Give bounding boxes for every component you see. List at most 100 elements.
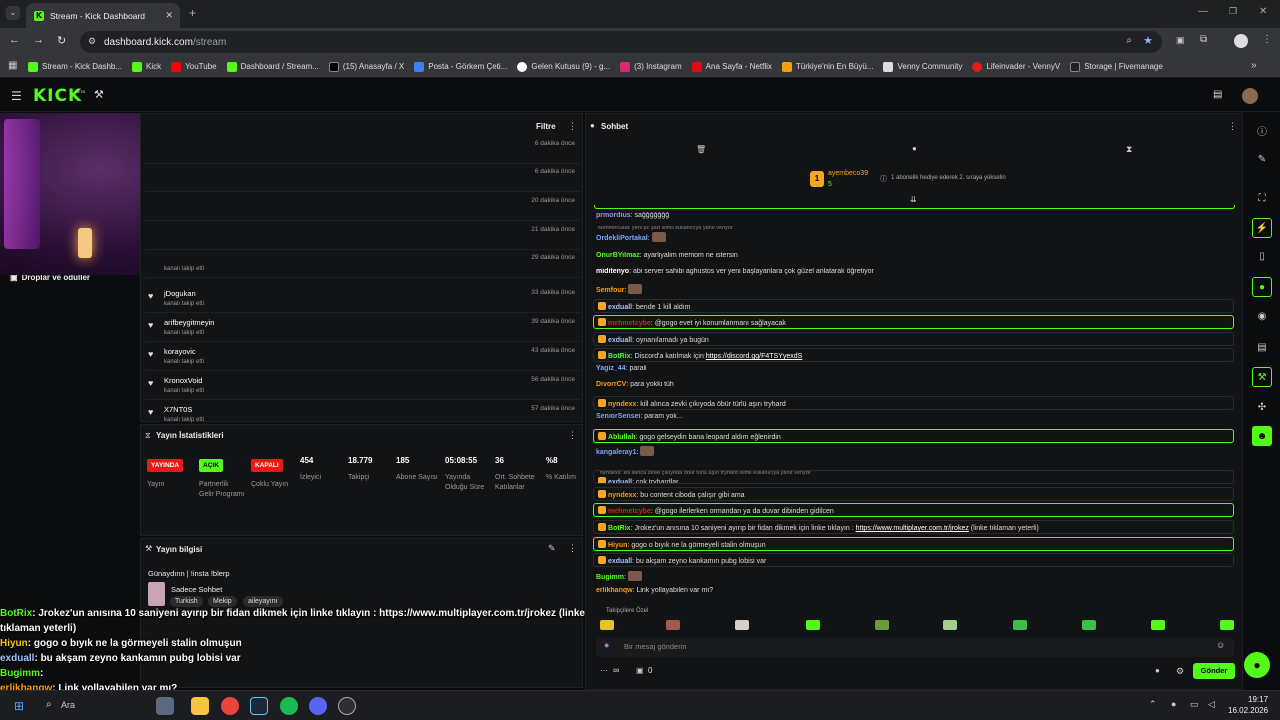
emote-8[interactable] (1082, 620, 1096, 630)
chat-username[interactable]: mehmetcybe (608, 320, 651, 327)
emote-2[interactable] (666, 620, 680, 630)
chat-username[interactable]: exduall (608, 337, 632, 344)
chat-username[interactable]: Bugimm (596, 574, 624, 581)
new-tab-icon[interactable]: + (189, 6, 196, 20)
emote-9[interactable] (1151, 620, 1165, 630)
volume-icon[interactable]: ◁ (1208, 699, 1215, 710)
clock-date[interactable]: 16.02.2026 (1228, 706, 1268, 715)
apps-rail-icon[interactable]: ✣ (1252, 397, 1272, 417)
reload-icon[interactable]: ↻ (57, 34, 66, 47)
back-icon[interactable]: ← (9, 34, 20, 46)
trash-icon[interactable]: 🗑 (696, 145, 706, 154)
chat-bubble-icon-2[interactable]: ● (1155, 666, 1160, 675)
emote-10[interactable] (1220, 620, 1234, 630)
maximize-icon[interactable]: ❐ (1229, 6, 1237, 17)
chat-link[interactable]: https://www.multiplayer.com.tr/jrokez (856, 525, 969, 532)
activity-menu-icon[interactable]: ⋮ (568, 121, 577, 132)
activity-username[interactable]: arifbeygitmeyin (164, 318, 214, 327)
apps-grid-icon[interactable]: ▦ (8, 60, 17, 71)
bookmark-storage[interactable]: Storage | Fivemanage (1070, 61, 1163, 72)
emote-3[interactable] (735, 620, 749, 630)
bookmark-venny[interactable]: Venny Community (883, 61, 962, 72)
pencil-rail-icon[interactable]: ✎ (1252, 149, 1272, 169)
chat-username[interactable]: SeniorSensei (596, 413, 640, 420)
zoom-icon[interactable]: ⌕ (1126, 35, 1132, 46)
bookmark-netflix[interactable]: Ana Sayfa - Netflix (691, 61, 772, 72)
bookmark-youtube[interactable]: YouTube (171, 61, 217, 72)
obs-icon[interactable] (338, 697, 356, 715)
taskbar-search-icon[interactable]: ⌕ (46, 699, 52, 710)
chat-username[interactable]: OrdekliPortakal (596, 235, 648, 242)
scroll-down-icon[interactable]: ⇊ (910, 195, 917, 204)
file-explorer-icon[interactable] (191, 697, 209, 715)
activity-username[interactable]: X7NT0S (164, 405, 192, 414)
chat-menu-icon[interactable]: ⋮ (1228, 121, 1237, 132)
more-bookmarks-icon[interactable]: » (1251, 60, 1257, 71)
bookmark-mail[interactable]: Posta - Görkem Çeti... (414, 61, 507, 72)
address-bar[interactable]: ⚙ dashboard.kick.com/stream ⌕ ★ (80, 31, 1162, 53)
emote-7[interactable] (1013, 620, 1027, 630)
send-button[interactable]: Gönder (1193, 663, 1235, 679)
chat-username[interactable]: prmordius (596, 212, 631, 219)
emote-1[interactable] (600, 620, 614, 630)
chat-username[interactable]: nyndexx (608, 401, 636, 408)
filter-label[interactable]: Filtre (536, 122, 556, 131)
chat-username[interactable]: Ablullah (608, 434, 636, 441)
activity-username[interactable]: KronoxVoid (164, 376, 202, 385)
steam-icon[interactable] (250, 697, 268, 715)
settings-gear-icon[interactable]: ⚙ (1176, 666, 1184, 677)
site-info-icon[interactable]: ⚙ (88, 36, 96, 47)
microphone-icon[interactable]: ● (604, 640, 609, 650)
info-menu-icon[interactable]: ⋮ (568, 543, 577, 554)
bookmark-kick[interactable]: Kick (132, 61, 161, 72)
bookmark-kick-dashboard[interactable]: Stream - Kick Dashb... (28, 61, 122, 72)
emoji-icon[interactable]: ☺ (1216, 640, 1225, 650)
inbox-rail-icon[interactable]: ▤ (1252, 337, 1272, 357)
tray-chevron-icon[interactable]: ⌃ (1149, 699, 1157, 710)
profile-avatar-icon[interactable] (1234, 34, 1248, 48)
lightning-rail-icon[interactable]: ⚡ (1252, 218, 1272, 238)
bookmark-lifeinvader[interactable]: Lifeinvader - VennyV (972, 61, 1060, 72)
taskbar-search-label[interactable]: Ara (61, 700, 75, 710)
activity-username[interactable]: korayovic (164, 347, 196, 356)
chat-username[interactable]: Hiyun (608, 542, 627, 549)
extensions-puzzle-icon[interactable]: ⧉ (1200, 34, 1207, 45)
chat-input[interactable]: ● Bir mesaj gönderin ☺ (596, 637, 1234, 657)
chat-username[interactable]: exduall (608, 479, 632, 483)
support-chat-icon[interactable]: ● (1244, 652, 1270, 678)
chat-username[interactable]: DivorrCV (596, 381, 626, 388)
pinned-username[interactable]: ayembeco39 (828, 170, 868, 177)
slow-mode-icon[interactable]: ⧗ (1126, 144, 1132, 155)
clock-time[interactable]: 19:17 (1248, 695, 1268, 704)
bookmark-instagram[interactable]: (3) Instagram (620, 61, 682, 72)
bookmark-x[interactable]: (15) Anasayfa / X (328, 61, 404, 72)
bookmark-star-icon[interactable]: ★ (1143, 34, 1153, 47)
activity-username[interactable]: jDogukan (164, 289, 196, 298)
trophy-icon[interactable]: ▣ (636, 666, 644, 675)
browser-tab[interactable]: K Stream - Kick Dashboard ✕ (26, 3, 180, 28)
emote-4[interactable] (806, 620, 820, 630)
chat-username[interactable]: nyndexx (608, 492, 636, 499)
emote-5[interactable] (875, 620, 889, 630)
chat-username[interactable]: Yagiz_44 (596, 365, 626, 372)
discord-icon[interactable] (309, 697, 327, 715)
minimize-icon[interactable]: — (1198, 6, 1208, 17)
microphone-tray-icon[interactable]: ● (1171, 699, 1176, 709)
chat-username[interactable]: mehmetcybe (608, 508, 651, 515)
chat-link[interactable]: https://discord.gg/F4TSYyexdS (706, 353, 803, 360)
expand-rail-icon[interactable]: ⛶ (1252, 188, 1272, 208)
stats-menu-icon[interactable]: ⋮ (568, 430, 577, 441)
widget-icon[interactable] (156, 697, 174, 715)
chat-username[interactable]: miditenyo (596, 268, 629, 275)
chat-rail-icon[interactable]: ● (1252, 277, 1272, 297)
spotify-icon[interactable] (280, 697, 298, 715)
chat-username[interactable]: BotRix (608, 353, 631, 360)
extension-icon[interactable]: ▣ (1176, 35, 1185, 46)
user-avatar[interactable] (1242, 88, 1258, 104)
cards-rail-icon[interactable]: ▯ (1252, 246, 1272, 266)
emote-6[interactable] (943, 620, 957, 630)
wrench-rail-icon[interactable]: ⚒ (1252, 367, 1272, 387)
network-icon[interactable]: ▭ (1190, 699, 1199, 710)
hamburger-menu-icon[interactable]: ☰ (11, 89, 22, 103)
bookmark-turkiye[interactable]: Türkiye'nin En Büyü... (781, 61, 873, 72)
